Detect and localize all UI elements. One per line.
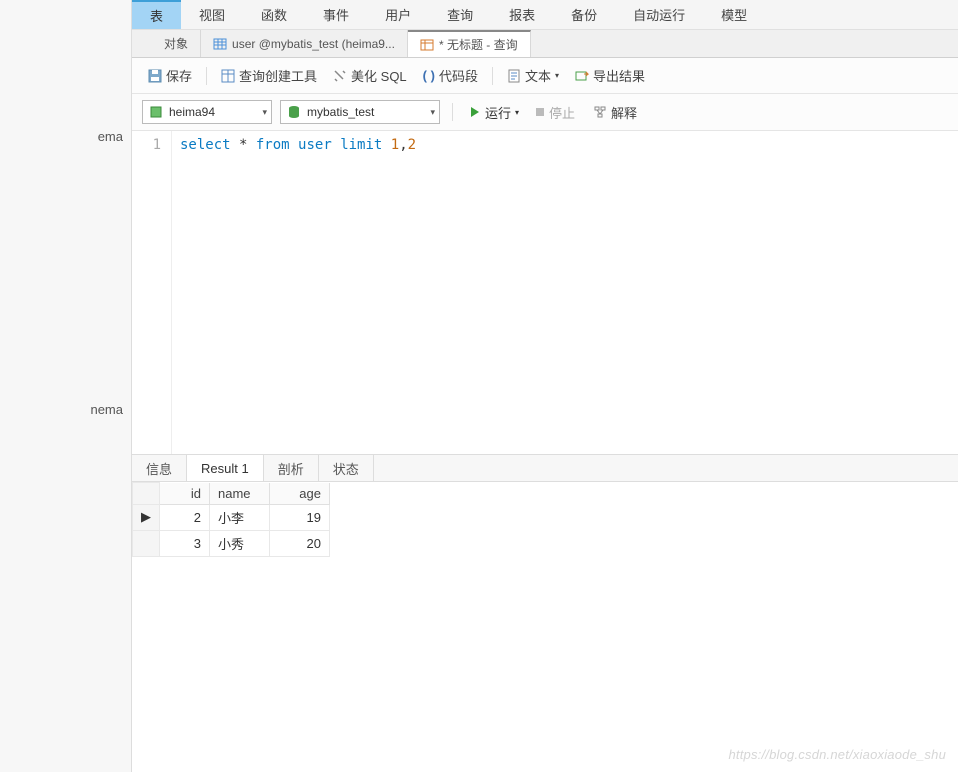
tab-label: * 无标题 - 查询: [439, 36, 518, 53]
menu-item-function[interactable]: 函数: [243, 0, 305, 29]
database-dropdown[interactable]: mybatis_test ▾: [280, 100, 440, 124]
watermark: https://blog.csdn.net/xiaoxiaode_shu: [728, 747, 946, 762]
row-pointer: [133, 530, 160, 556]
text-label: 文本: [525, 66, 551, 85]
sql-code[interactable]: select * from user limit 1,2: [172, 131, 958, 454]
table-row[interactable]: 3 小秀 20: [133, 530, 330, 556]
database-value: mybatis_test: [307, 105, 424, 119]
query-toolbar: 保存 查询创建工具 美化 SQL ( ) 代码段 文本 ▾ 导出结果: [132, 58, 958, 94]
cell-id[interactable]: 2: [160, 504, 210, 530]
line-number: 1: [132, 137, 161, 153]
export-result-button[interactable]: 导出结果: [569, 64, 651, 87]
chevron-down-icon: ▾: [430, 107, 435, 118]
query-builder-label: 查询创建工具: [239, 66, 317, 85]
main-area: 表 视图 函数 事件 用户 查询 报表 备份 自动运行 模型 对象 user @…: [132, 0, 958, 772]
tab-label: 对象: [164, 35, 188, 52]
cell-id[interactable]: 3: [160, 530, 210, 556]
play-icon: [469, 106, 481, 118]
chevron-down-icon: ▾: [262, 107, 267, 118]
query-builder-button[interactable]: 查询创建工具: [215, 64, 323, 87]
cell-age[interactable]: 20: [270, 530, 330, 556]
beautify-label: 美化 SQL: [351, 66, 407, 85]
menu-item-view[interactable]: 视图: [181, 0, 243, 29]
stop-button: 停止: [531, 101, 579, 124]
menu-item-query[interactable]: 查询: [429, 0, 491, 29]
connection-dropdown[interactable]: heima94 ▾: [142, 100, 272, 124]
column-header-name[interactable]: name: [210, 483, 270, 505]
export-icon: [575, 69, 589, 83]
explain-label: 解释: [611, 103, 637, 122]
chevron-down-icon: ▾: [515, 108, 519, 117]
result-tab-status[interactable]: 状态: [319, 455, 374, 481]
code-snippet-icon: ( ): [423, 68, 435, 83]
export-label: 导出结果: [593, 66, 645, 85]
beautify-sql-button[interactable]: 美化 SQL: [327, 64, 413, 87]
result-tabs: 信息 Result 1 剖析 状态: [132, 454, 958, 482]
menu-item-autorun[interactable]: 自动运行: [615, 0, 703, 29]
sidebar-item-ema[interactable]: ema: [0, 125, 131, 148]
menu-item-table[interactable]: 表: [132, 0, 181, 29]
save-icon: [148, 69, 162, 83]
result-area: id name age ▶ 2 小李 19 3 小秀 20: [132, 482, 958, 772]
run-label: 运行: [485, 103, 511, 122]
explain-button[interactable]: 解释: [587, 101, 643, 124]
chevron-down-icon: ▾: [555, 71, 559, 80]
column-header-age[interactable]: age: [270, 483, 330, 505]
save-label: 保存: [166, 66, 192, 85]
menu-item-event[interactable]: 事件: [305, 0, 367, 29]
line-gutter: 1: [132, 131, 172, 454]
cell-name[interactable]: 小李: [210, 504, 270, 530]
result-tab-info[interactable]: 信息: [132, 455, 187, 481]
row-pointer-header: [133, 483, 160, 505]
result-tab-result1[interactable]: Result 1: [187, 455, 264, 481]
cell-age[interactable]: 19: [270, 504, 330, 530]
tab-query-untitled[interactable]: * 无标题 - 查询: [408, 30, 531, 57]
beautify-icon: [333, 69, 347, 83]
menu-item-report[interactable]: 报表: [491, 0, 553, 29]
sidebar-item-nema[interactable]: nema: [0, 398, 131, 421]
text-icon: [507, 69, 521, 83]
save-button[interactable]: 保存: [142, 64, 198, 87]
stop-label: 停止: [549, 103, 575, 122]
text-button[interactable]: 文本 ▾: [501, 64, 565, 87]
left-sidebar: ema nema: [0, 0, 132, 772]
code-snippet-button[interactable]: ( ) 代码段: [417, 64, 484, 87]
top-menu: 表 视图 函数 事件 用户 查询 报表 备份 自动运行 模型: [132, 0, 958, 30]
document-tabs: 对象 user @mybatis_test (heima9... * 无标题 -…: [132, 30, 958, 58]
code-snippet-label: 代码段: [439, 66, 478, 85]
tab-user-table[interactable]: user @mybatis_test (heima9...: [201, 30, 408, 57]
explain-icon: [593, 105, 607, 119]
table-row[interactable]: ▶ 2 小李 19: [133, 504, 330, 530]
menu-item-user[interactable]: 用户: [367, 0, 429, 29]
connection-row: heima94 ▾ mybatis_test ▾ 运行 ▾ 停止 解释: [132, 94, 958, 131]
sql-editor[interactable]: 1 select * from user limit 1,2: [132, 131, 958, 454]
column-header-id[interactable]: id: [160, 483, 210, 505]
result-tab-profile[interactable]: 剖析: [264, 455, 319, 481]
menu-item-model[interactable]: 模型: [703, 0, 765, 29]
cell-name[interactable]: 小秀: [210, 530, 270, 556]
row-pointer-icon: ▶: [133, 504, 160, 530]
connection-value: heima94: [169, 105, 256, 119]
connection-icon: [149, 105, 163, 119]
result-grid[interactable]: id name age ▶ 2 小李 19 3 小秀 20: [132, 482, 330, 557]
tab-object[interactable]: 对象: [152, 30, 201, 57]
menu-item-backup[interactable]: 备份: [553, 0, 615, 29]
query-builder-icon: [221, 69, 235, 83]
database-icon: [287, 105, 301, 119]
stop-icon: [535, 107, 545, 117]
query-icon: [420, 38, 434, 52]
table-icon: [213, 37, 227, 51]
tab-label: user @mybatis_test (heima9...: [232, 37, 395, 51]
run-button[interactable]: 运行 ▾: [465, 101, 523, 124]
